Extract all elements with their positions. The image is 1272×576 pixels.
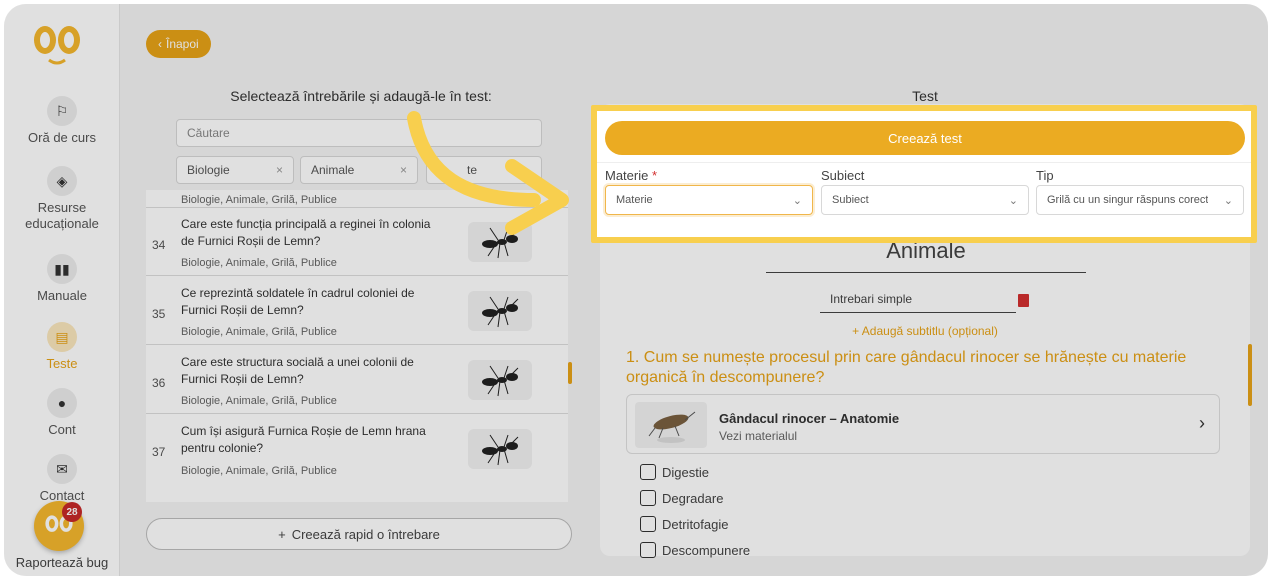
materie-label-text: Materie bbox=[605, 168, 649, 183]
dim-overlay bbox=[4, 4, 1268, 576]
divider bbox=[597, 162, 1251, 163]
create-test-panel: Creează test Materie * Materie ⌄ Subiect… bbox=[591, 105, 1257, 243]
subiect-label: Subiect bbox=[821, 168, 865, 183]
create-test-button[interactable]: Creează test bbox=[605, 121, 1245, 155]
subiect-select[interactable]: Subiect ⌄ bbox=[821, 185, 1029, 215]
chevron-down-icon: ⌄ bbox=[1008, 194, 1018, 207]
tip-select[interactable]: Grilă cu un singur răspuns corect ⌄ bbox=[1036, 185, 1244, 215]
materie-select-value: Materie bbox=[616, 194, 653, 206]
chevron-down-icon: ⌄ bbox=[792, 194, 802, 207]
materie-select[interactable]: Materie ⌄ bbox=[605, 185, 813, 215]
tip-select-value: Grilă cu un singur răspuns corect bbox=[1047, 194, 1209, 206]
curved-arrow-icon bbox=[407, 111, 569, 235]
chevron-down-icon: ⌄ bbox=[1223, 194, 1233, 207]
app-frame: ⚐ Oră de curs ◈ Resurse educaționale ▮▮ … bbox=[4, 4, 1268, 576]
subiect-select-value: Subiect bbox=[832, 194, 869, 206]
tip-label: Tip bbox=[1036, 168, 1054, 183]
materie-label: Materie * bbox=[605, 168, 657, 183]
required-marker: * bbox=[651, 168, 658, 183]
